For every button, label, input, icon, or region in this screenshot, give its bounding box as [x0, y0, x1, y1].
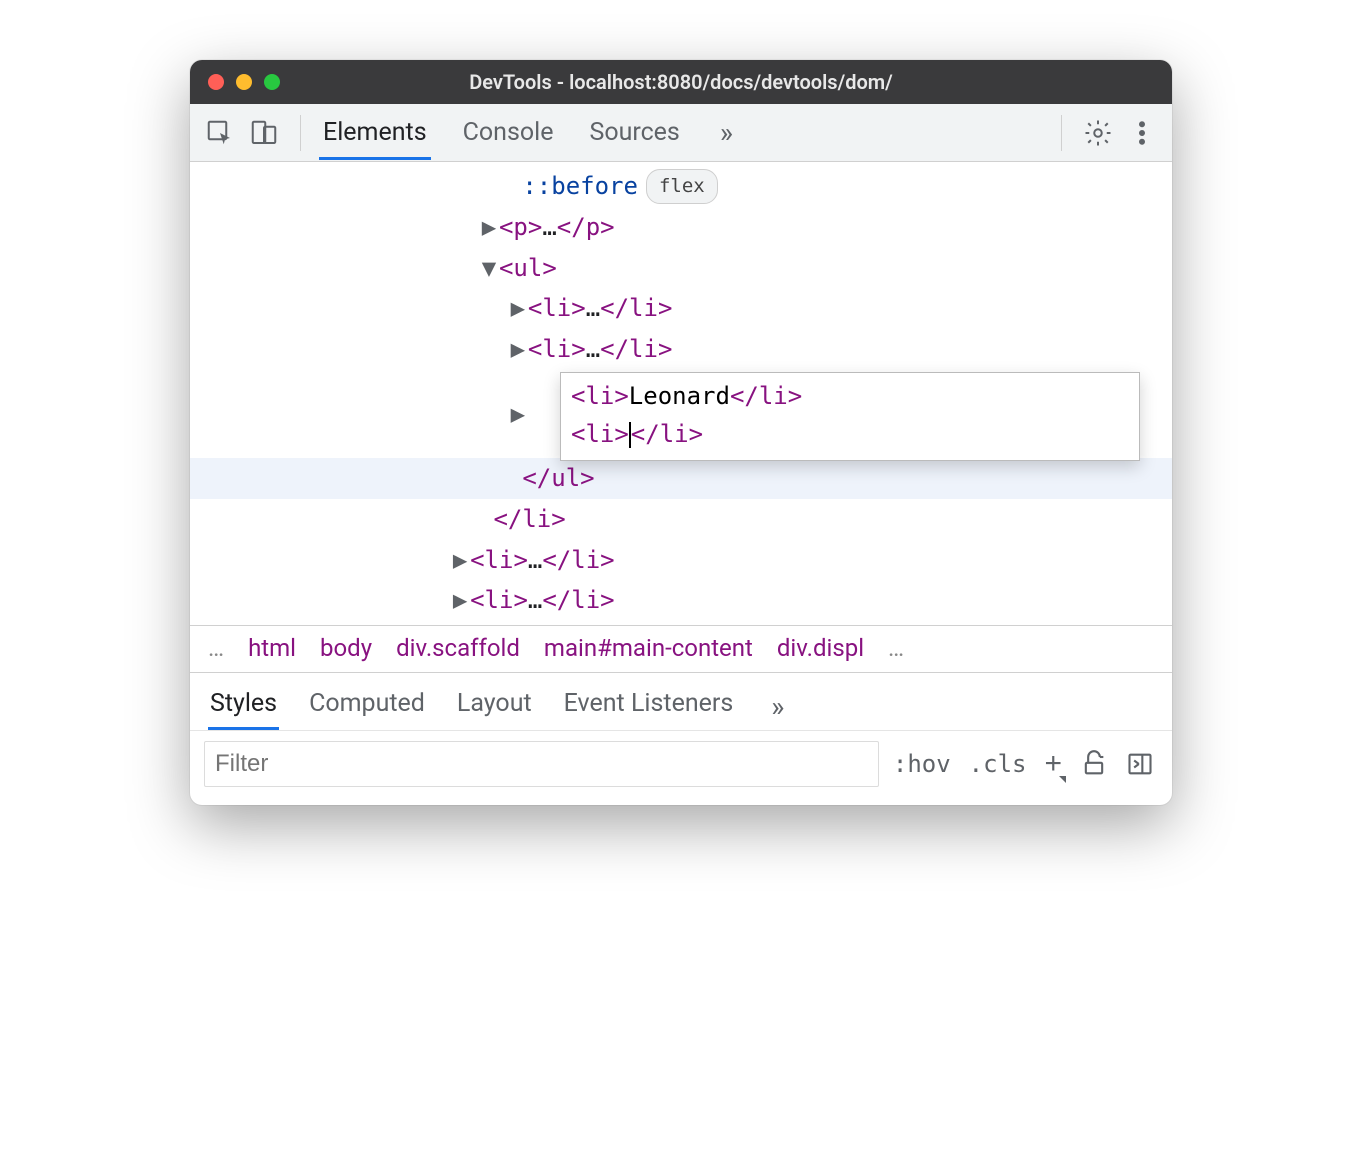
maximize-window-button[interactable] [264, 74, 280, 90]
main-toolbar: Elements Console Sources » [190, 104, 1172, 162]
dom-row-li[interactable]: ▶<li>…</li> [190, 540, 1172, 581]
crumb-div-displ[interactable]: div.displ [777, 634, 864, 662]
hov-toggle[interactable]: :hov [893, 750, 951, 778]
toolbar-divider [1061, 115, 1062, 151]
expand-arrow-icon[interactable]: ▶ [508, 288, 528, 329]
crumb-main[interactable]: main#main-content [544, 634, 753, 662]
tab-elements[interactable]: Elements [319, 106, 431, 159]
edit-line[interactable]: <li>Leonard</li> [571, 377, 1129, 415]
styles-tab-event-listeners[interactable]: Event Listeners [562, 683, 736, 730]
dom-breadcrumb[interactable]: … html body div.scaffold main#main-conte… [190, 625, 1172, 673]
settings-icon[interactable] [1080, 115, 1116, 151]
dom-row-pseudo[interactable]: ::beforeflex [190, 166, 1172, 207]
crumb-body[interactable]: body [320, 634, 372, 662]
more-tabs-button[interactable]: » [712, 116, 741, 149]
dom-row-ul-close[interactable]: </ul> [190, 458, 1172, 499]
dom-row-li[interactable]: ▶<li>…</li> [190, 580, 1172, 621]
traffic-lights [208, 74, 280, 90]
devtools-window: DevTools - localhost:8080/docs/devtools/… [190, 60, 1172, 805]
expand-arrow-icon[interactable]: ▶ [450, 540, 470, 581]
dom-row-li[interactable]: ▶<li>…</li> [190, 288, 1172, 329]
toolbar-right [1051, 115, 1160, 151]
styles-tab-layout[interactable]: Layout [455, 683, 534, 730]
styles-toolbar: :hov .cls + [190, 730, 1172, 805]
close-window-button[interactable] [208, 74, 224, 90]
styles-tab-computed[interactable]: Computed [307, 683, 427, 730]
breadcrumb-more-left[interactable]: … [208, 634, 224, 662]
tab-console[interactable]: Console [459, 106, 558, 159]
cls-toggle[interactable]: .cls [969, 750, 1027, 778]
flex-badge[interactable]: flex [646, 169, 718, 203]
panel-tabs: Elements Console Sources » [319, 106, 741, 159]
html-edit-box[interactable]: <li>Leonard</li> <li></li> [560, 372, 1140, 461]
new-style-rule-button[interactable]: + [1044, 747, 1062, 781]
dom-row-p[interactable]: ▶<p>…</p> [190, 207, 1172, 248]
more-options-icon[interactable] [1124, 115, 1160, 151]
dom-tree[interactable]: ::beforeflex ▶<p>…</p> ▼<ul> ▶<li>…</li>… [190, 162, 1172, 625]
expand-arrow-icon[interactable]: ▶ [450, 580, 470, 621]
crumb-html[interactable]: html [248, 634, 296, 662]
edit-line[interactable]: <li></li> [571, 415, 1129, 453]
tab-sources[interactable]: Sources [585, 106, 683, 159]
styles-tab-styles[interactable]: Styles [208, 683, 279, 730]
paint-flash-icon[interactable] [1080, 750, 1108, 778]
styles-filter-input[interactable] [204, 741, 879, 787]
minimize-window-button[interactable] [236, 74, 252, 90]
collapse-arrow-icon[interactable]: ▼ [479, 248, 499, 289]
inspect-element-icon[interactable] [202, 115, 238, 151]
breadcrumb-more-right[interactable]: … [888, 634, 904, 662]
titlebar: DevTools - localhost:8080/docs/devtools/… [190, 60, 1172, 104]
window-title: DevTools - localhost:8080/docs/devtools/… [190, 70, 1172, 94]
device-toolbar-icon[interactable] [246, 115, 282, 151]
dom-row-ul-open[interactable]: ▼<ul> [190, 248, 1172, 289]
computed-sidebar-toggle-icon[interactable] [1126, 750, 1154, 778]
styles-subpanel-tabs: Styles Computed Layout Event Listeners » [190, 673, 1172, 730]
expand-arrow-icon[interactable]: ▶ [508, 329, 528, 370]
dom-row-li[interactable]: ▶<li>…</li> [190, 329, 1172, 370]
dom-row-li-close[interactable]: </li> [190, 499, 1172, 540]
styles-actions: :hov .cls + [893, 747, 1154, 781]
styles-more-tabs[interactable]: » [763, 690, 792, 723]
expand-arrow-icon[interactable]: ▶ [508, 394, 528, 435]
crumb-div-scaffold[interactable]: div.scaffold [396, 634, 520, 662]
pseudo-before: ::before [522, 166, 638, 207]
toolbar-divider [300, 115, 301, 151]
expand-arrow-icon[interactable]: ▶ [479, 207, 499, 248]
